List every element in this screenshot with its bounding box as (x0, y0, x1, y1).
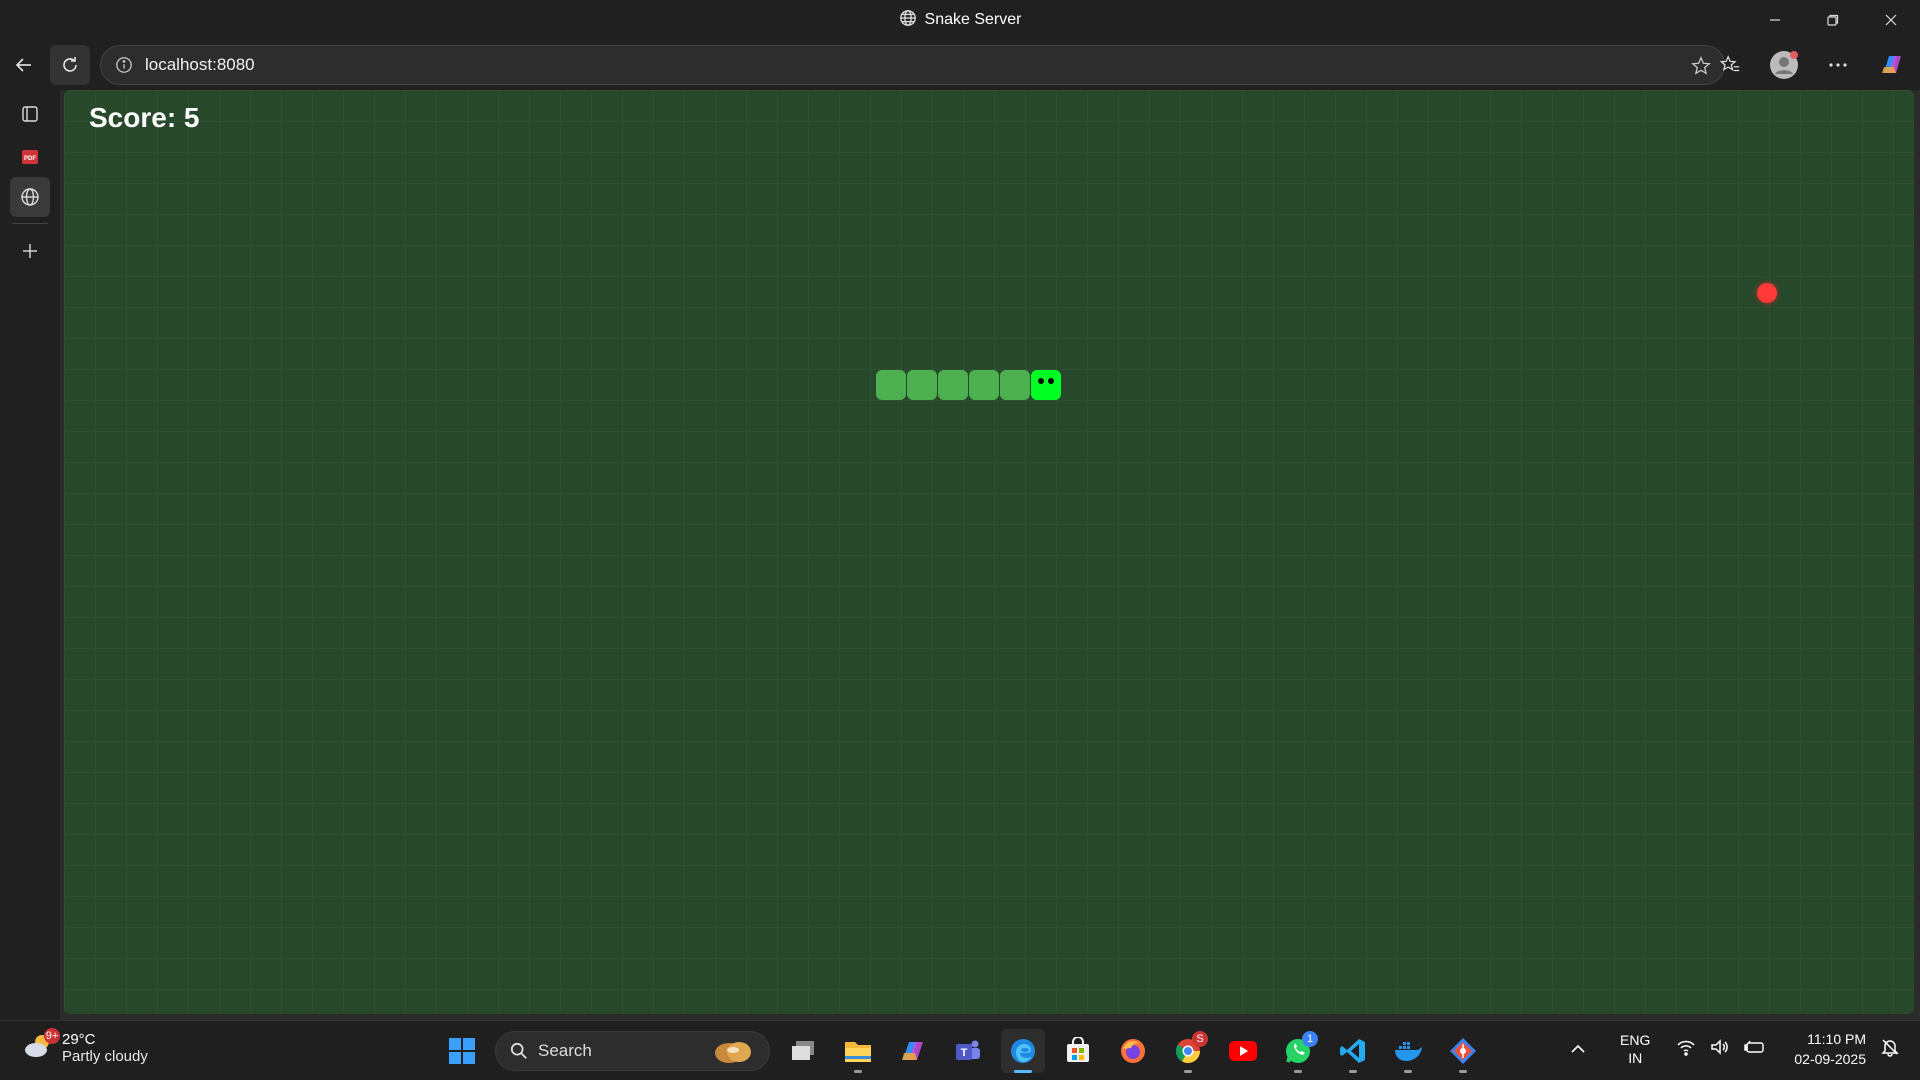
running-indicator (1294, 1070, 1302, 1073)
info-icon[interactable] (115, 56, 133, 74)
running-indicator (1459, 1070, 1467, 1073)
file-explorer-icon[interactable] (836, 1029, 880, 1073)
language-code: ENG (1620, 1032, 1651, 1048)
snake-segment (969, 370, 999, 400)
running-indicator (854, 1070, 862, 1073)
new-tab-plus-icon[interactable] (10, 231, 50, 271)
weather-badge: 9+ (44, 1027, 60, 1044)
search-icon (510, 1042, 527, 1059)
address-bar[interactable]: localhost:8080 (100, 45, 1725, 85)
microsoft-store-icon[interactable] (1056, 1029, 1100, 1073)
snake-head (1031, 370, 1061, 400)
more-menu-icon[interactable] (1818, 45, 1858, 85)
region-code: IN (1628, 1050, 1643, 1066)
language-indicator[interactable]: ENG IN (1620, 1031, 1650, 1067)
close-button[interactable] (1862, 0, 1920, 40)
firefox-icon[interactable] (1111, 1029, 1155, 1073)
battery-icon[interactable] (1744, 1039, 1766, 1060)
url-text: localhost:8080 (145, 55, 255, 74)
teams-icon[interactable]: T (946, 1029, 990, 1073)
snake-eye (1038, 378, 1044, 384)
chevron-up-icon[interactable] (1570, 1040, 1586, 1058)
vertical-tabs-sidebar: PDF (0, 90, 60, 1020)
browser-toolbar: localhost:8080 (0, 40, 1920, 90)
running-indicator (1184, 1070, 1192, 1073)
whatsapp-notification-badge: 1 (1302, 1031, 1318, 1047)
sidebar-divider (12, 223, 48, 224)
search-highlight-icon (711, 1038, 757, 1071)
vscode-icon[interactable] (1331, 1029, 1375, 1073)
snake (876, 370, 1061, 400)
running-indicator (1014, 1070, 1032, 1073)
score-label: Score: 5 (89, 102, 200, 133)
star-icon[interactable] (1690, 55, 1712, 82)
refresh-button[interactable] (50, 45, 90, 85)
weather-widget[interactable]: 9+ 29°C Partly cloudy (22, 1027, 148, 1065)
edge-browser-icon[interactable] (1001, 1029, 1045, 1073)
svg-text:PDF: PDF (24, 156, 36, 162)
pdf-tab-icon[interactable]: PDF (10, 137, 50, 177)
copilot-icon[interactable] (1872, 45, 1912, 85)
active-tab-globe-icon[interactable] (10, 177, 50, 217)
game-board[interactable]: Score: 5 (64, 90, 1914, 1014)
task-view-icon[interactable] (781, 1029, 825, 1073)
chrome-icon[interactable]: S (1166, 1029, 1210, 1073)
snake-segment (1000, 370, 1030, 400)
profile-avatar[interactable] (1764, 45, 1804, 85)
chrome-profile-badge: S (1192, 1031, 1208, 1047)
minimize-button[interactable] (1746, 0, 1804, 40)
food-apple (1757, 283, 1777, 303)
start-button[interactable] (440, 1029, 484, 1073)
snake-eye (1048, 378, 1054, 384)
copilot-app-icon[interactable] (891, 1029, 935, 1073)
wifi-icon[interactable] (1676, 1038, 1696, 1061)
tab-actions-icon[interactable] (10, 94, 50, 134)
whatsapp-icon[interactable]: 1 (1276, 1029, 1320, 1073)
window-title: Snake Server (924, 11, 1022, 28)
clock-date: 02-09-2025 (1794, 1051, 1866, 1067)
restore-button[interactable] (1804, 0, 1862, 40)
docker-icon[interactable] (1386, 1029, 1430, 1073)
globe-icon (899, 9, 917, 32)
weather-temp: 29°C (62, 1031, 96, 1048)
taskbar: 9+ 29°C Partly cloudy Search T S 1 ENG I… (0, 1020, 1920, 1080)
git-tool-icon[interactable] (1441, 1029, 1485, 1073)
taskbar-search[interactable]: Search (495, 1031, 770, 1071)
clock-time: 11:10 PM (1807, 1031, 1866, 1047)
title-bar: Snake Server (0, 0, 1920, 40)
volume-icon[interactable] (1710, 1038, 1730, 1061)
favorites-icon[interactable] (1710, 45, 1750, 85)
back-button[interactable] (4, 45, 44, 85)
snake-segment (938, 370, 968, 400)
snake-segment (876, 370, 906, 400)
weather-condition: Partly cloudy (62, 1048, 148, 1065)
youtube-icon[interactable] (1221, 1029, 1265, 1073)
svg-text:T: T (961, 1047, 968, 1059)
weather-icon: 9+ (22, 1027, 60, 1065)
search-placeholder: Search (538, 1041, 592, 1060)
running-indicator (1349, 1070, 1357, 1073)
running-indicator (1404, 1070, 1412, 1073)
notification-bell-icon[interactable] (1880, 1037, 1900, 1062)
clock[interactable]: 11:10 PM 02-09-2025 (1794, 1029, 1866, 1069)
system-tray: ENG IN 11:10 PM 02-09-2025 (1570, 1029, 1900, 1069)
snake-segment (907, 370, 937, 400)
